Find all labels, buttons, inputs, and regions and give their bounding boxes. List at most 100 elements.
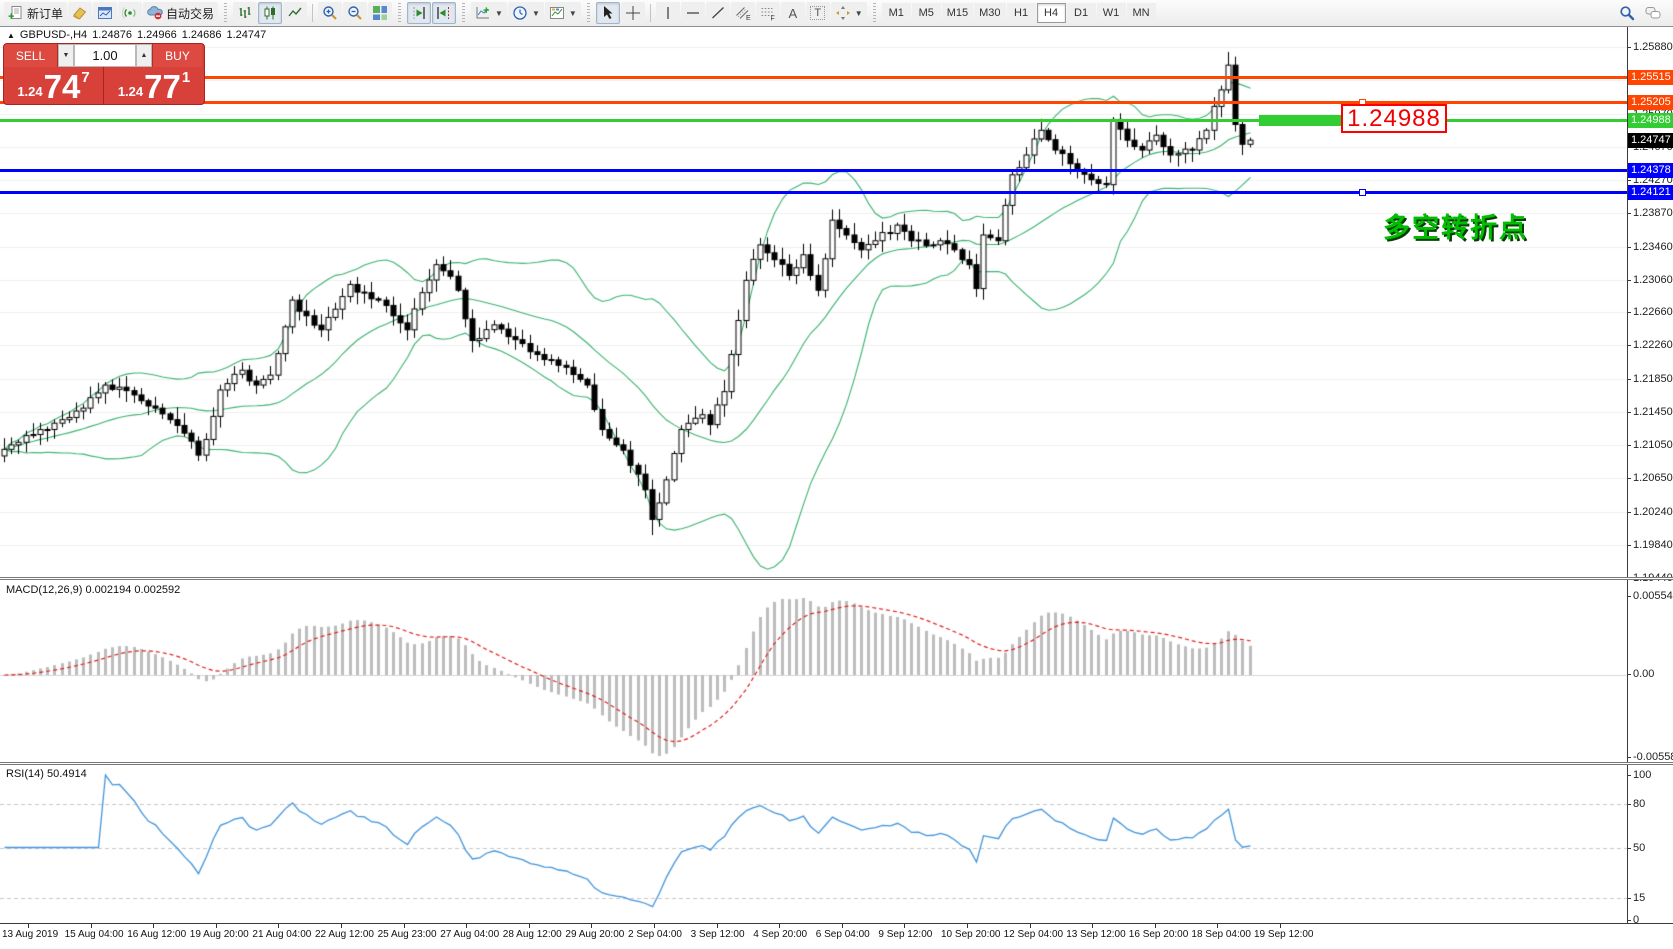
price-axis-tick-label: 1.22660 — [1633, 306, 1673, 318]
arrows-icon — [835, 5, 851, 21]
time-axis-tick-mark — [779, 924, 780, 928]
timeframe-m30-button[interactable]: M30 — [974, 3, 1005, 23]
time-axis-label: 18 Sep 04:00 — [1191, 929, 1251, 940]
timeframe-h4-button[interactable]: H4 — [1037, 3, 1066, 23]
timeframe-m1-button[interactable]: M1 — [882, 3, 911, 23]
timeframe-m5-button[interactable]: M5 — [912, 3, 941, 23]
zoom-in-button[interactable] — [318, 2, 342, 24]
sell-price-display[interactable]: 1.24 74 7 — [4, 67, 104, 105]
trendline-icon — [710, 5, 726, 21]
autotrade-button[interactable]: 自动交易 — [143, 2, 218, 24]
price-axis-tick-mark — [1627, 379, 1631, 380]
level-selection-handle[interactable] — [1359, 189, 1366, 196]
time-axis-label: 6 Sep 04:00 — [816, 929, 870, 940]
time-axis-tick-mark — [278, 924, 279, 928]
macd-axis-tick-label: 0.00 — [1633, 668, 1673, 680]
fibonacci-icon: F — [760, 5, 776, 21]
time-axis-label: 19 Sep 12:00 — [1254, 929, 1314, 940]
mt4-window: + 新订单 自动交易 — [0, 0, 1673, 949]
support-zone-rect[interactable] — [1259, 115, 1353, 126]
time-axis-label: 13 Sep 12:00 — [1066, 929, 1126, 940]
new-order-button[interactable]: + 新订单 — [4, 2, 67, 24]
horizontal-level-line[interactable] — [0, 76, 1627, 79]
time-axis-tick-mark — [842, 924, 843, 928]
toolbar-separator — [312, 4, 313, 22]
volume-decrease-button[interactable]: ▼ — [58, 44, 74, 67]
time-axis-label: 13 Aug 2019 — [2, 929, 58, 940]
rsi-canvas[interactable] — [0, 765, 1627, 922]
line-chart-type-button[interactable] — [283, 2, 307, 24]
time-axis-label: 16 Sep 20:00 — [1129, 929, 1189, 940]
autotrade-label: 自动交易 — [166, 5, 214, 22]
periods-button[interactable]: ▼ — [508, 2, 544, 24]
search-icon[interactable] — [1619, 5, 1635, 21]
timeframe-d1-button[interactable]: D1 — [1067, 3, 1096, 23]
chart-shift-button[interactable] — [432, 2, 456, 24]
volume-increase-button[interactable]: ▲ — [136, 44, 152, 67]
time-axis-label: 25 Aug 23:00 — [378, 929, 437, 940]
svg-text:+: + — [8, 11, 14, 21]
sell-price-prefix: 1.24 — [17, 84, 42, 99]
buy-price-display[interactable]: 1.24 77 1 — [104, 67, 204, 105]
signal-button[interactable] — [118, 2, 142, 24]
crosshair-tool-button[interactable] — [621, 2, 645, 24]
chart-window-button[interactable] — [93, 2, 117, 24]
time-axis-label: 3 Sep 12:00 — [691, 929, 745, 940]
time-axis-label: 4 Sep 20:00 — [753, 929, 807, 940]
arrows-tool-button[interactable]: ▼ — [831, 2, 867, 24]
time-axis-tick-mark — [1155, 924, 1156, 928]
price-annotation-box[interactable]: 1.24988 — [1341, 104, 1447, 133]
sell-button[interactable]: SELL — [4, 44, 58, 67]
chat-icon[interactable] — [1645, 5, 1661, 21]
text-tool-button[interactable]: A — [781, 2, 805, 24]
toolbar-grip — [396, 3, 403, 23]
eraser-button[interactable] — [68, 2, 92, 24]
macd-canvas[interactable] — [0, 580, 1627, 763]
bar-chart-type-button[interactable] — [233, 2, 257, 24]
time-axis-tick-mark — [216, 924, 217, 928]
volume-input[interactable]: 1.00 — [74, 44, 136, 67]
auto-scroll-button[interactable] — [407, 2, 431, 24]
price-axis-tick-mark — [1627, 47, 1631, 48]
time-axis[interactable]: 13 Aug 201915 Aug 04:0016 Aug 12:0019 Au… — [0, 923, 1673, 949]
rsi-axis-tick-label: 80 — [1633, 798, 1673, 810]
price-axis-tick-mark — [1627, 445, 1631, 446]
pane-separator-macd-rsi[interactable] — [0, 762, 1673, 765]
buy-price-pip: 1 — [182, 69, 190, 86]
collapse-arrow-icon[interactable]: ▲ — [7, 31, 15, 40]
time-axis-label: 29 Aug 20:00 — [565, 929, 624, 940]
sell-price-big: 74 — [44, 72, 81, 102]
time-axis-label: 9 Sep 12:00 — [878, 929, 932, 940]
timeframe-w1-button[interactable]: W1 — [1097, 3, 1126, 23]
templates-button[interactable]: ▼ — [545, 2, 581, 24]
rsi-axis-tick-label: 50 — [1633, 842, 1673, 854]
fibonacci-tool-button[interactable]: F — [756, 2, 780, 24]
cursor-tool-button[interactable] — [596, 2, 620, 24]
price-axis-tick-label: 1.25880 — [1633, 41, 1673, 53]
price-level-badge: 1.25515 — [1628, 70, 1673, 85]
text-label-tool-button[interactable]: T — [806, 2, 830, 24]
horizontal-level-line[interactable] — [0, 191, 1627, 194]
channel-tool-button[interactable]: E — [731, 2, 755, 24]
chinese-note-text[interactable]: 多空转折点 — [1383, 206, 1528, 245]
candlestick-chart-type-button[interactable] — [258, 2, 282, 24]
horizontal-line-tool-button[interactable] — [681, 2, 705, 24]
timeframe-h1-button[interactable]: H1 — [1007, 3, 1036, 23]
vertical-line-icon — [660, 5, 676, 21]
time-axis-tick-mark — [404, 924, 405, 928]
tile-windows-button[interactable] — [368, 2, 392, 24]
horizontal-level-line[interactable] — [0, 169, 1627, 172]
ohlc-open: 1.24876 — [92, 29, 132, 41]
periods-clock-icon — [512, 5, 528, 21]
equidistant-channel-icon: E — [735, 5, 751, 21]
trendline-tool-button[interactable] — [706, 2, 730, 24]
vertical-line-tool-button[interactable] — [656, 2, 680, 24]
timeframe-m15-button[interactable]: M15 — [942, 3, 973, 23]
timeframe-mn-button[interactable]: MN — [1127, 3, 1156, 23]
price-axis-tick-mark — [1627, 247, 1631, 248]
rsi-axis-tick-mark — [1627, 775, 1631, 776]
zoom-out-button[interactable] — [343, 2, 367, 24]
buy-button[interactable]: BUY — [152, 44, 202, 67]
indicators-button[interactable]: + ▼ — [471, 2, 507, 24]
pane-separator-main-macd[interactable] — [0, 577, 1673, 580]
